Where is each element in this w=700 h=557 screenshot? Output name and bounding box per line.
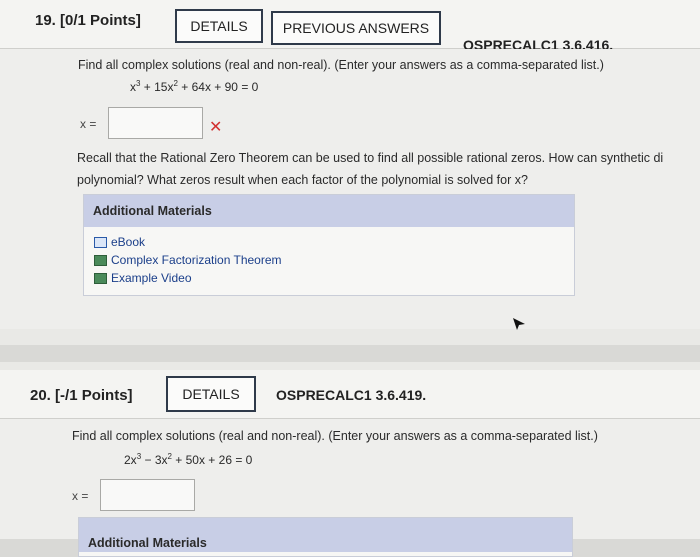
answer-input-20[interactable] — [100, 479, 195, 511]
previous-answers-button[interactable]: PREVIOUS ANSWERS — [271, 11, 441, 45]
hint-text-line-1: Recall that the Rational Zero Theorem ca… — [77, 151, 664, 165]
question-19-equation: x3 + 15x2 + 64x + 90 = 0 — [130, 79, 259, 94]
incorrect-mark-icon: ✕ — [209, 119, 223, 136]
question-20: 20. [-/1 Points] DETAILS OSPRECALC1 3.6.… — [0, 362, 700, 557]
ebook-link[interactable]: eBook — [94, 233, 574, 251]
additional-materials-title: Additional Materials — [84, 195, 574, 227]
question-19-content: Find all complex solutions (real and non… — [0, 49, 700, 330]
document-icon — [94, 254, 107, 266]
hint-text-line-2: polynomial? What zeros result when each … — [77, 173, 528, 187]
video-icon — [94, 272, 107, 284]
question-19: 19. [0/1 Points] DETAILS PREVIOUS ANSWER… — [0, 0, 700, 345]
details-button[interactable]: DETAILS — [166, 376, 256, 412]
ebook-icon — [94, 236, 107, 248]
details-button[interactable]: DETAILS — [175, 9, 263, 43]
additional-materials-panel: Additional Materials — [78, 517, 573, 557]
question-20-content: Find all complex solutions (real and non… — [0, 419, 700, 557]
additional-materials-panel: Additional Materials eBook Complex Facto… — [83, 194, 575, 296]
question-20-number: 20. [-/1 Points] — [30, 387, 133, 404]
question-20-code: OSPRECALC1 3.6.419. — [276, 387, 427, 403]
complex-factorization-theorem-link[interactable]: Complex Factorization Theorem — [94, 251, 574, 269]
question-19-header: 19. [0/1 Points] DETAILS PREVIOUS ANSWER… — [0, 0, 700, 53]
x-label: x = — [72, 489, 89, 503]
question-20-equation: 2x3 − 3x2 + 50x + 26 = 0 — [124, 452, 253, 467]
question-19-instruction: Find all complex solutions (real and non… — [78, 58, 604, 72]
x-label: x = — [80, 117, 97, 131]
question-20-header: 20. [-/1 Points] DETAILS OSPRECALC1 3.6.… — [0, 370, 700, 419]
answer-input-19[interactable] — [108, 107, 203, 139]
mouse-cursor-icon — [513, 318, 525, 330]
example-video-link[interactable]: Example Video — [94, 269, 574, 287]
question-20-instruction: Find all complex solutions (real and non… — [72, 429, 598, 443]
additional-materials-title: Additional Materials — [79, 518, 572, 552]
question-19-number: 19. [0/1 Points] — [35, 12, 141, 29]
